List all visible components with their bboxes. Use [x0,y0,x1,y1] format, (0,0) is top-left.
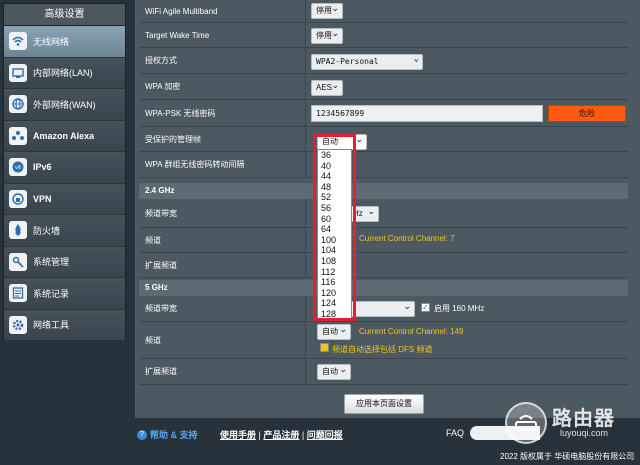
sidebar-item-alexa[interactable]: Amazon Alexa [4,120,125,152]
5-channel-select[interactable]: 自动 [317,322,351,340]
sidebar-item-tools[interactable]: 网络工具 [4,309,125,341]
firewall-icon [9,221,27,240]
footer-separator: | [258,430,261,440]
5-bandwidth-select[interactable] [348,299,415,317]
dropdown-option[interactable]: 56 [318,203,351,214]
dropdown-option[interactable]: 44 [318,171,351,182]
sidebar-item-log[interactable]: 系统记录 [4,278,125,310]
row-target-wake: Target Wake Time [139,23,628,48]
dropdown-option[interactable]: 120 [318,288,351,299]
target-wake-select[interactable]: 停用 [311,26,343,44]
enable-160-checkbox[interactable]: ✓ [421,303,430,312]
dfs-checkbox[interactable] [320,343,329,352]
router-logo-icon [505,402,547,444]
watermark-url: luyouqi.com [560,428,609,438]
register-link[interactable]: 产品注册 [263,430,299,440]
sidebar-item-label: 无线网络 [33,36,70,47]
row-agile-multiband: WiFi Agile Multiband [139,0,628,23]
sidebar-item-admin[interactable]: 系统管理 [4,246,125,278]
feedback-link[interactable]: 问题回报 [307,430,343,440]
sidebar-title: 高级设置 [4,4,125,26]
row-24-bandwidth: 频道带宽 [139,199,628,228]
question-icon: ? [137,429,147,440]
lan-icon [9,63,27,82]
dropdown-option[interactable]: 116 [318,277,351,288]
sidebar-item-wan[interactable]: 外部网络(WAN) [4,89,125,121]
footer-separator: | [301,430,305,440]
sidebar-item-label: 内部网络(LAN) [33,68,93,79]
sidebar-item-label: 外部网络(WAN) [33,99,96,110]
manual-link[interactable]: 使用手册 [220,430,256,440]
alexa-icon [9,126,27,145]
sidebar-item-label: IPv6 [33,162,52,173]
globe-icon [9,95,27,114]
sidebar-item-wireless[interactable]: 无线网络 [4,26,125,58]
5-current-channel: Current Control Channel: 149 [359,327,464,336]
sidebar-item-label: 系统管理 [33,257,70,268]
ipv6-icon: v6 [9,158,27,177]
sidebar: 高级设置 无线网络 内部网络(LAN) 外部网络(WAN) Amazon Ale… [3,3,126,341]
24-current-channel: Current Control Channel: 7 [359,234,455,243]
dropdown-option[interactable]: 36 [318,150,351,161]
sidebar-item-label: 网络工具 [33,320,70,331]
apply-button[interactable]: 应用本页面设置 [344,394,424,414]
dropdown-option[interactable]: 112 [318,267,351,278]
sidebar-item-lan[interactable]: 内部网络(LAN) [4,57,125,89]
svg-text:v6: v6 [15,165,21,171]
tools-icon [9,315,27,334]
sidebar-item-label: 防火墙 [33,225,61,236]
watermark-title: 路由器 [552,408,615,430]
footer-links: 使用手册 | 产品注册 | 问题回报 [220,428,343,441]
row-5-ext: 扩展频道 [139,359,628,385]
row-wpa-rotation: WPA 群组无线密码转动间隔 [139,152,628,178]
dropdown-option[interactable]: 108 [318,256,351,267]
dropdown-option[interactable]: 124 [318,298,351,309]
dropdown-option[interactable]: 48 [318,182,351,193]
copyright: 2022 版权属于 华硕电脑股份有限公司 [500,452,635,461]
section-24ghz: 2.4 GHz [139,183,628,199]
auth-method-select[interactable]: WPA2-Personal [311,52,423,70]
row-pmf: 受保护的管理帧 [139,127,628,152]
wpa-encryption-select[interactable]: AES [311,78,343,96]
dropdown-option[interactable]: 64 [318,224,351,235]
sidebar-item-vpn[interactable]: VPN [4,183,125,215]
dropdown-option[interactable]: 100 [318,235,351,246]
24-bandwidth-select[interactable]: Hz [348,204,379,222]
agile-multiband-select[interactable]: 停用 [311,1,343,19]
sidebar-item-label: 系统记录 [33,288,70,299]
pmf-select[interactable]: 自动 [317,132,367,150]
row-24-ext: 扩展频道 [139,253,628,278]
vpn-icon [9,189,27,208]
dropdown-option[interactable]: 104 [318,245,351,256]
dropdown-option[interactable]: 52 [318,192,351,203]
sidebar-item-label: VPN [33,193,52,204]
dfs-note: 频道自动选择包括 DFS 频道 [332,345,433,354]
row-wpa-encryption: WPA 加密 [139,74,628,100]
sidebar-item-label: Amazon Alexa [33,130,95,141]
enable-160-label: 启用 160 MHz [434,304,485,313]
5-ext-select[interactable]: 自动 [317,362,351,380]
wifi-icon [9,32,27,51]
channel-dropdown-list[interactable]: 36 40 44 48 52 56 60 64 100 104 108 112 116 120 124 128 [317,149,352,319]
admin-icon [9,252,27,271]
password-strength-badge: 危险 [548,105,626,122]
wpa-psk-input[interactable]: 1234567899 [311,105,543,122]
sidebar-item-firewall[interactable]: 防火墙 [4,215,125,247]
dropdown-option[interactable]: 40 [318,161,351,172]
dropdown-option[interactable]: 128 [318,309,351,318]
sidebar-item-ipv6[interactable]: v6 IPv6 [4,152,125,184]
faq-label: FAQ [446,428,465,438]
section-5ghz: 5 GHz [139,280,628,296]
log-icon [9,284,27,303]
help-support-link[interactable]: ? 帮助 & 支持 [137,428,198,441]
dropdown-option[interactable]: 60 [318,214,351,225]
